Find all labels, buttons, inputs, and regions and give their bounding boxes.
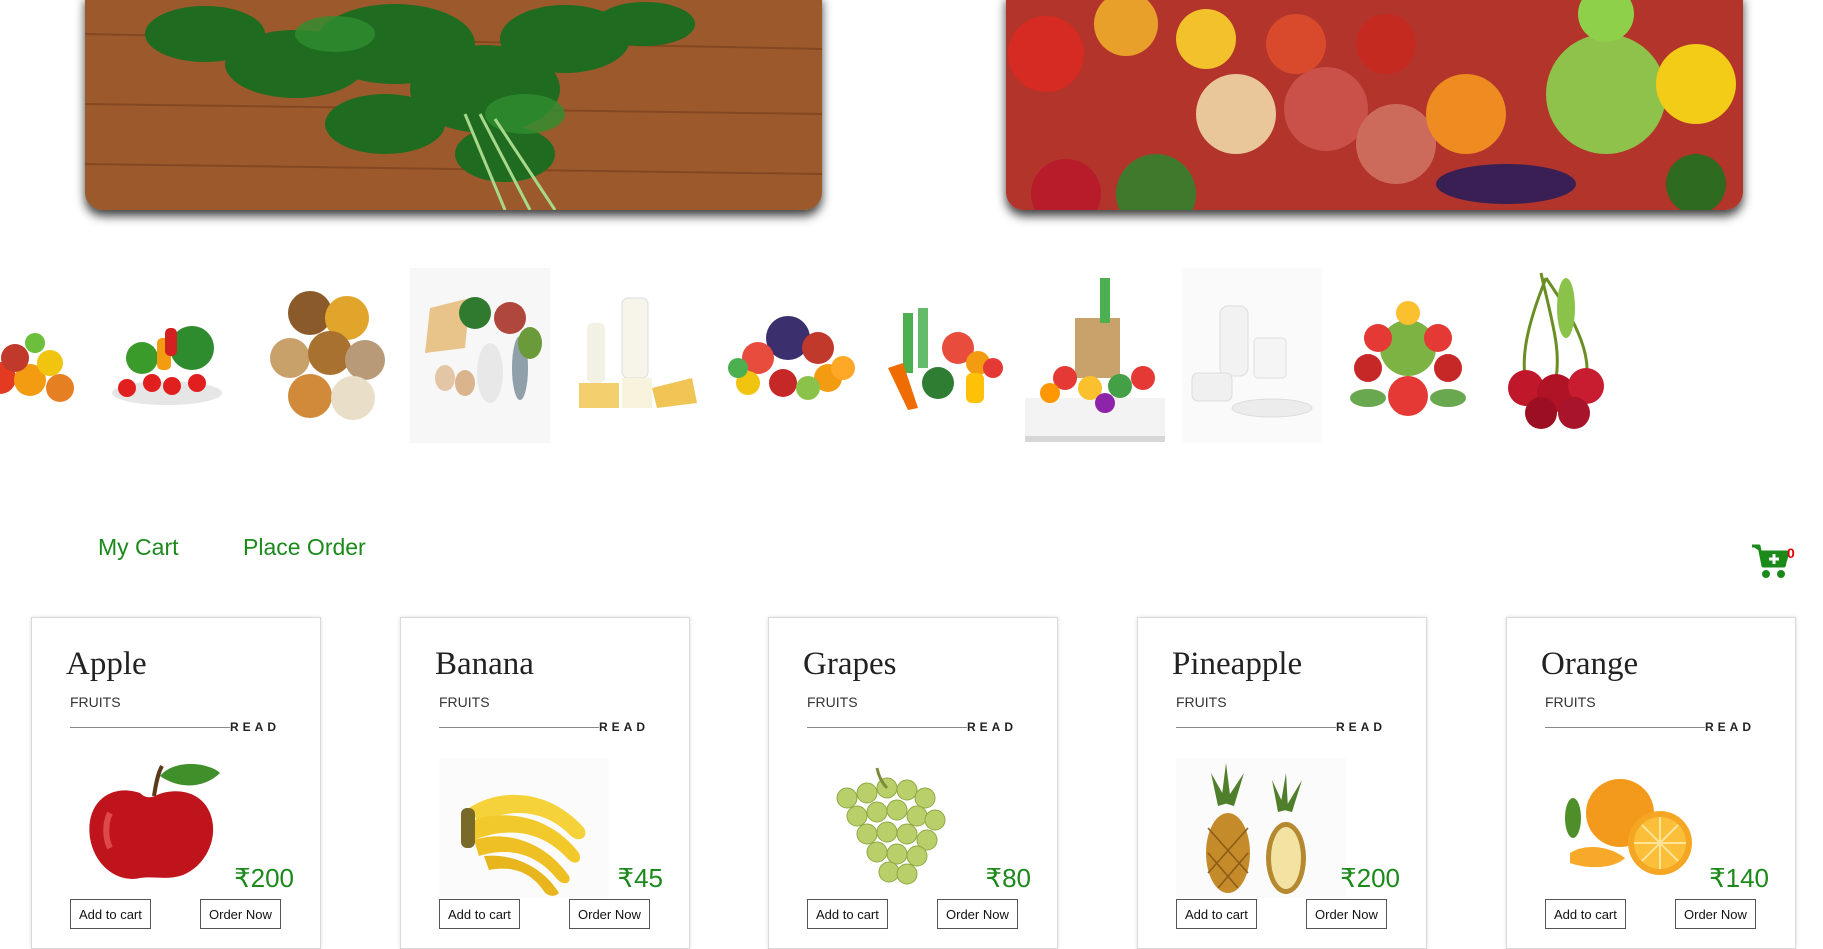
add-to-cart-button[interactable]: Add to cart — [439, 899, 520, 929]
category-fruits[interactable] — [718, 268, 858, 443]
product-category: FRUITS — [807, 694, 858, 710]
grocery-bag-icon — [1025, 278, 1165, 442]
category-vegetables[interactable] — [868, 268, 1008, 443]
pineapple-icon — [1176, 758, 1346, 898]
product-image — [439, 758, 609, 898]
category-milk[interactable] — [1182, 268, 1322, 443]
product-image — [1176, 758, 1346, 898]
cart-count-badge: 0 — [1787, 545, 1795, 561]
category-salad[interactable] — [1338, 268, 1478, 443]
grains-pulses-icon — [270, 291, 385, 420]
divider — [70, 727, 230, 728]
category-grains[interactable] — [255, 268, 395, 443]
place-order-link[interactable]: Place Order — [243, 534, 366, 561]
product-price: ₹140 — [1709, 863, 1769, 893]
product-card-banana: Banana FRUITS READ ₹45 Add to cart Order… — [400, 617, 690, 949]
category-carousel[interactable] — [0, 268, 1823, 443]
divider — [439, 727, 599, 728]
product-category: FRUITS — [439, 694, 490, 710]
add-to-cart-button[interactable]: Add to cart — [1545, 899, 1626, 929]
cart-widget[interactable]: 0 — [1750, 540, 1800, 584]
divider — [807, 727, 967, 728]
product-card-grapes: Grapes FRUITS READ ₹80 Add to cart Order… — [768, 617, 1058, 949]
grapes-icon — [836, 767, 946, 885]
product-title: Pineapple — [1172, 646, 1303, 682]
add-to-cart-button[interactable]: Add to cart — [1176, 899, 1257, 929]
divider — [1545, 727, 1705, 728]
banana-icon — [439, 758, 609, 898]
category-dairy[interactable] — [567, 268, 707, 443]
vegetables-image — [1006, 0, 1743, 210]
cart-add-icon — [1752, 544, 1790, 578]
product-price: ₹200 — [1340, 863, 1400, 893]
category-protein-foods[interactable] — [410, 268, 550, 443]
product-image — [70, 758, 240, 898]
order-now-button[interactable]: Order Now — [1306, 899, 1387, 929]
product-image — [1545, 758, 1715, 898]
spinach-image — [85, 0, 822, 210]
add-to-cart-button[interactable]: Add to cart — [70, 899, 151, 929]
vegetables-assortment-icon — [888, 308, 1003, 410]
protein-foods-icon — [410, 268, 550, 443]
order-now-button[interactable]: Order Now — [569, 899, 650, 929]
product-price: ₹200 — [234, 863, 294, 893]
product-card-pineapple: Pineapple FRUITS READ ₹200 Add to cart O… — [1137, 617, 1427, 949]
cherries-icon — [1508, 272, 1604, 429]
product-image — [807, 758, 977, 898]
my-cart-link[interactable]: My Cart — [98, 534, 179, 561]
product-category: FRUITS — [1545, 694, 1596, 710]
fruit-pile-partial-icon — [0, 333, 74, 402]
product-title: Apple — [66, 646, 147, 682]
order-now-button[interactable]: Order Now — [1675, 899, 1756, 929]
product-price: ₹80 — [985, 863, 1031, 893]
apple-icon — [89, 763, 220, 879]
orange-icon — [1565, 779, 1692, 875]
milk-products-icon — [1182, 268, 1322, 443]
category-grocery[interactable] — [1025, 268, 1165, 443]
product-title: Grapes — [803, 646, 897, 682]
order-now-button[interactable]: Order Now — [937, 899, 1018, 929]
product-title: Banana — [435, 646, 534, 682]
read-link[interactable]: READ — [1336, 720, 1386, 734]
product-title: Orange — [1541, 646, 1639, 682]
product-category: FRUITS — [70, 694, 121, 710]
product-price: ₹45 — [617, 863, 663, 893]
category-cherries[interactable] — [1486, 268, 1626, 443]
banner-vegetables — [1006, 0, 1743, 210]
category-vegetable-bowl[interactable] — [97, 268, 237, 443]
product-card-apple: Apple FRUITS READ ₹200 Add to cart Order… — [31, 617, 321, 949]
product-card-orange: Orange FRUITS READ ₹140 Add to cart Orde… — [1506, 617, 1796, 949]
fruits-assortment-icon — [728, 316, 855, 400]
salad-vegetables-icon — [1350, 301, 1466, 416]
divider — [1176, 727, 1336, 728]
read-link[interactable]: READ — [1705, 720, 1755, 734]
read-link[interactable]: READ — [230, 720, 280, 734]
banner-spinach — [85, 0, 822, 210]
read-link[interactable]: READ — [967, 720, 1017, 734]
add-to-cart-button[interactable]: Add to cart — [807, 899, 888, 929]
product-category: FRUITS — [1176, 694, 1227, 710]
order-now-button[interactable]: Order Now — [200, 899, 281, 929]
vegetable-bowl-icon — [112, 326, 222, 405]
category-fruit-pile[interactable] — [0, 268, 80, 443]
dairy-products-icon — [579, 297, 697, 408]
read-link[interactable]: READ — [599, 720, 649, 734]
